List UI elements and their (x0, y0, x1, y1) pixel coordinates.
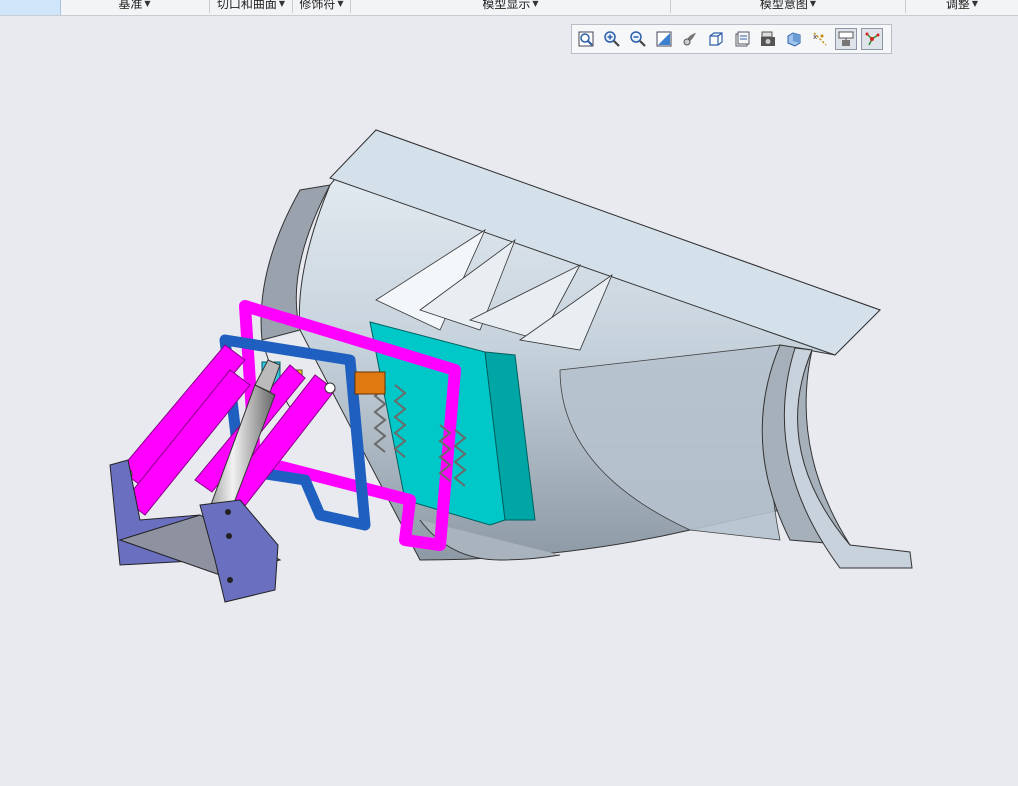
chevron-down-icon: ▼ (809, 0, 817, 8)
chevron-down-icon: ▼ (532, 0, 539, 8)
chevron-down-icon: ▼ (337, 0, 344, 8)
chevron-down-icon: ▼ (144, 0, 151, 8)
snow-plow-3d-model (109, 129, 913, 603)
group-model-display-label: 模型显示 (482, 0, 531, 11)
group-datum[interactable]: 基准 ▼ (60, 0, 210, 13)
group-model-intent-label: 模型意图 (759, 0, 808, 11)
group-cuts-surfaces-label: 切口和曲面 (216, 0, 277, 11)
group-adjust-label: 调整 (945, 0, 970, 11)
group-modifiers[interactable]: 修饰符 ▼ (293, 0, 351, 13)
graphics-viewport[interactable] (0, 16, 1018, 782)
group-datum-label: 基准 (118, 0, 143, 11)
group-adjust[interactable]: 调整 ▼ (906, 0, 1018, 13)
group-model-display[interactable]: 模型显示 ▼ (351, 0, 671, 13)
ribbon-active-tab-block[interactable] (0, 0, 61, 15)
group-modifiers-label: 修饰符 (299, 0, 336, 11)
group-model-intent[interactable]: 模型意图 ▼ (671, 0, 906, 13)
chevron-down-icon: ▼ (971, 0, 979, 8)
group-cuts-surfaces[interactable]: 切口和曲面 ▼ (210, 0, 293, 13)
ribbon-group-bar: 基准 ▼ 切口和曲面 ▼ 修饰符 ▼ 模型显示 ▼ 模型意图 ▼ 调整 ▼ (0, 0, 1018, 16)
chevron-down-icon: ▼ (278, 0, 286, 8)
